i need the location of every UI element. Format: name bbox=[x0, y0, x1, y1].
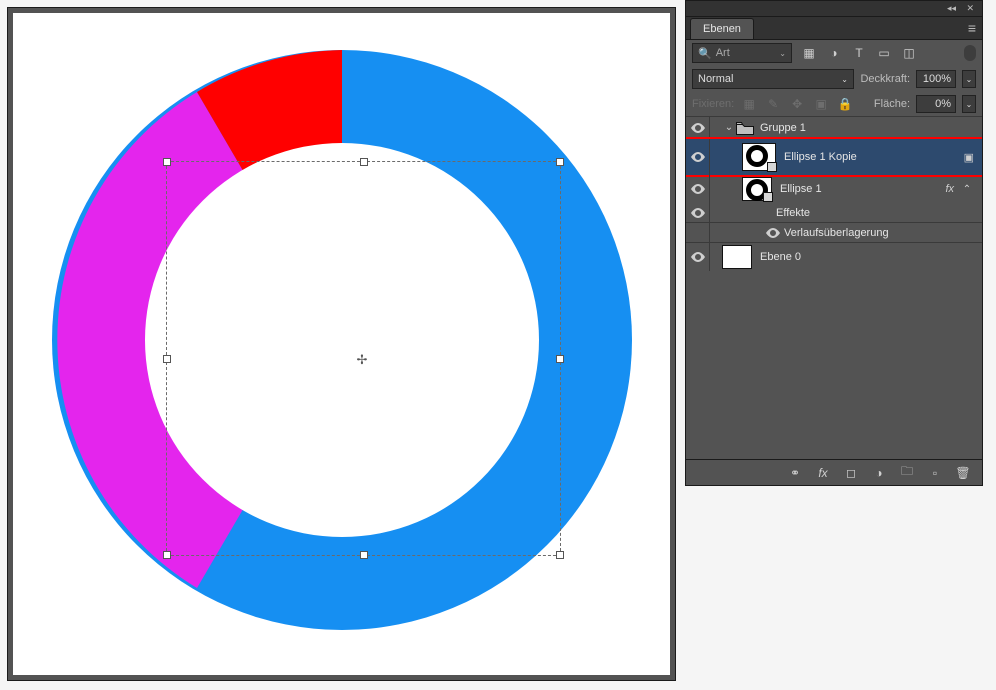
blend-mode-select[interactable]: Normal ⌄ bbox=[692, 69, 854, 89]
fill-value[interactable]: 0% bbox=[916, 95, 956, 113]
advanced-blending-icon[interactable]: ▣ bbox=[964, 151, 974, 164]
new-layer-icon[interactable]: ▫ bbox=[926, 464, 944, 482]
shape-badge-icon bbox=[763, 192, 773, 202]
ring-svg bbox=[52, 50, 632, 630]
filter-type-icon[interactable]: T bbox=[850, 44, 868, 62]
layer-row-ellipse-copy[interactable]: Ellipse 1 Kopie ▣ bbox=[686, 139, 982, 175]
visibility-toggle[interactable] bbox=[686, 117, 710, 138]
eye-icon bbox=[691, 152, 705, 162]
visibility-toggle[interactable] bbox=[686, 223, 710, 242]
folder-icon bbox=[736, 121, 754, 135]
collapse-icon[interactable]: ◂◂ bbox=[947, 3, 956, 14]
effects-label[interactable]: Effekte bbox=[776, 207, 810, 219]
visibility-toggle[interactable] bbox=[686, 203, 710, 222]
layer-thumbnail[interactable] bbox=[722, 245, 752, 269]
eye-icon bbox=[691, 208, 705, 218]
effect-name[interactable]: Verlaufsüberlagerung bbox=[784, 227, 889, 239]
filter-pixel-icon[interactable]: ▦ bbox=[800, 44, 818, 62]
fill-label: Fläche: bbox=[874, 98, 910, 110]
ring-artwork bbox=[52, 50, 632, 630]
panel-menu-icon[interactable]: ≡ bbox=[968, 20, 976, 36]
lock-artboard-icon[interactable]: ▣ bbox=[812, 95, 830, 113]
layer-row-background[interactable]: Ebene 0 bbox=[686, 243, 982, 271]
eye-icon bbox=[691, 252, 705, 262]
blend-mode-value: Normal bbox=[698, 73, 733, 85]
panel-body: 🔍 Art ⌄ ▦ ◑ T ▭ ◫ Normal ⌄ Deckkraft: 10… bbox=[686, 39, 982, 485]
lock-label: Fixieren: bbox=[692, 98, 734, 110]
link-layers-icon[interactable]: ⚭ bbox=[786, 464, 804, 482]
layer-thumbnail[interactable] bbox=[742, 143, 776, 171]
group-twirl-down-icon[interactable]: ⌄ bbox=[722, 122, 736, 133]
chevron-down-icon: ⌄ bbox=[841, 75, 848, 84]
layer-thumbnail[interactable] bbox=[742, 177, 772, 201]
lock-image-icon[interactable]: ✎ bbox=[764, 95, 782, 113]
add-mask-icon[interactable]: ◻ bbox=[842, 464, 860, 482]
effects-row[interactable]: Effekte bbox=[686, 203, 982, 223]
blend-row: Normal ⌄ Deckkraft: 100% ⌄ bbox=[686, 66, 982, 92]
layer-row-ellipse[interactable]: Ellipse 1 fx ⌃ bbox=[686, 175, 982, 203]
filter-smartobject-icon[interactable]: ◫ bbox=[900, 44, 918, 62]
layer-name[interactable]: Gruppe 1 bbox=[760, 122, 806, 134]
canvas[interactable]: ✢ bbox=[13, 13, 670, 675]
eye-icon bbox=[691, 184, 705, 194]
fx-menu-icon[interactable]: fx bbox=[814, 464, 832, 482]
effect-gradient-overlay-row[interactable]: Verlaufsüberlagerung bbox=[686, 223, 982, 243]
layer-row-group[interactable]: ⌄ Gruppe 1 bbox=[686, 117, 982, 139]
layer-filter-kind-value: Art bbox=[716, 47, 730, 59]
chevron-down-icon: ⌄ bbox=[779, 49, 786, 58]
fx-indicator[interactable]: fx bbox=[945, 183, 954, 195]
lock-transparent-icon[interactable]: ▦ bbox=[740, 95, 758, 113]
layers-panel: ◂◂ ✕ Ebenen ≡ 🔍 Art ⌄ ▦ ◑ T ▭ ◫ Normal bbox=[685, 0, 983, 486]
filter-shape-icon[interactable]: ▭ bbox=[875, 44, 893, 62]
search-icon: 🔍 bbox=[698, 47, 712, 60]
fill-dropdown-icon[interactable]: ⌄ bbox=[962, 95, 976, 113]
layer-filter-kind-select[interactable]: 🔍 Art ⌄ bbox=[692, 43, 792, 63]
lock-all-icon[interactable]: 🔒 bbox=[836, 95, 854, 113]
workspace: ✢ bbox=[7, 7, 676, 681]
visibility-toggle[interactable] bbox=[686, 243, 710, 271]
visibility-toggle[interactable] bbox=[686, 139, 710, 175]
delete-layer-icon[interactable]: 🗑 bbox=[954, 464, 972, 482]
close-icon[interactable]: ✕ bbox=[966, 3, 974, 14]
new-group-icon[interactable]: 🗀 bbox=[898, 464, 916, 482]
lock-position-icon[interactable]: ✥ bbox=[788, 95, 806, 113]
effects-twirl-icon[interactable]: ⌃ bbox=[960, 184, 974, 195]
opacity-value[interactable]: 100% bbox=[916, 70, 956, 88]
panel-footer: ⚭ fx ◻ ◑ 🗀 ▫ 🗑 bbox=[686, 459, 982, 485]
eye-icon bbox=[691, 123, 705, 133]
panel-titlebar[interactable]: ◂◂ ✕ bbox=[686, 1, 982, 17]
shape-badge-icon bbox=[767, 162, 777, 172]
panel-tabs: Ebenen ≡ bbox=[686, 17, 982, 39]
lock-row: Fixieren: ▦ ✎ ✥ ▣ 🔒 Fläche: 0% ⌄ bbox=[686, 92, 982, 116]
tab-layers[interactable]: Ebenen bbox=[690, 18, 754, 39]
visibility-toggle[interactable] bbox=[686, 175, 710, 203]
layer-name[interactable]: Ellipse 1 bbox=[780, 183, 822, 195]
eye-icon[interactable] bbox=[766, 228, 780, 238]
opacity-label: Deckkraft: bbox=[860, 73, 910, 85]
layer-list: ⌄ Gruppe 1 Ellipse 1 Kopie ▣ bbox=[686, 116, 982, 459]
filter-row: 🔍 Art ⌄ ▦ ◑ T ▭ ◫ bbox=[686, 40, 982, 66]
layer-name[interactable]: Ellipse 1 Kopie bbox=[784, 151, 857, 163]
new-adjustment-icon[interactable]: ◑ bbox=[870, 464, 888, 482]
filter-toggle[interactable] bbox=[964, 45, 976, 61]
filter-adjustment-icon[interactable]: ◑ bbox=[825, 44, 843, 62]
opacity-dropdown-icon[interactable]: ⌄ bbox=[962, 70, 976, 88]
layer-name[interactable]: Ebene 0 bbox=[760, 251, 801, 263]
